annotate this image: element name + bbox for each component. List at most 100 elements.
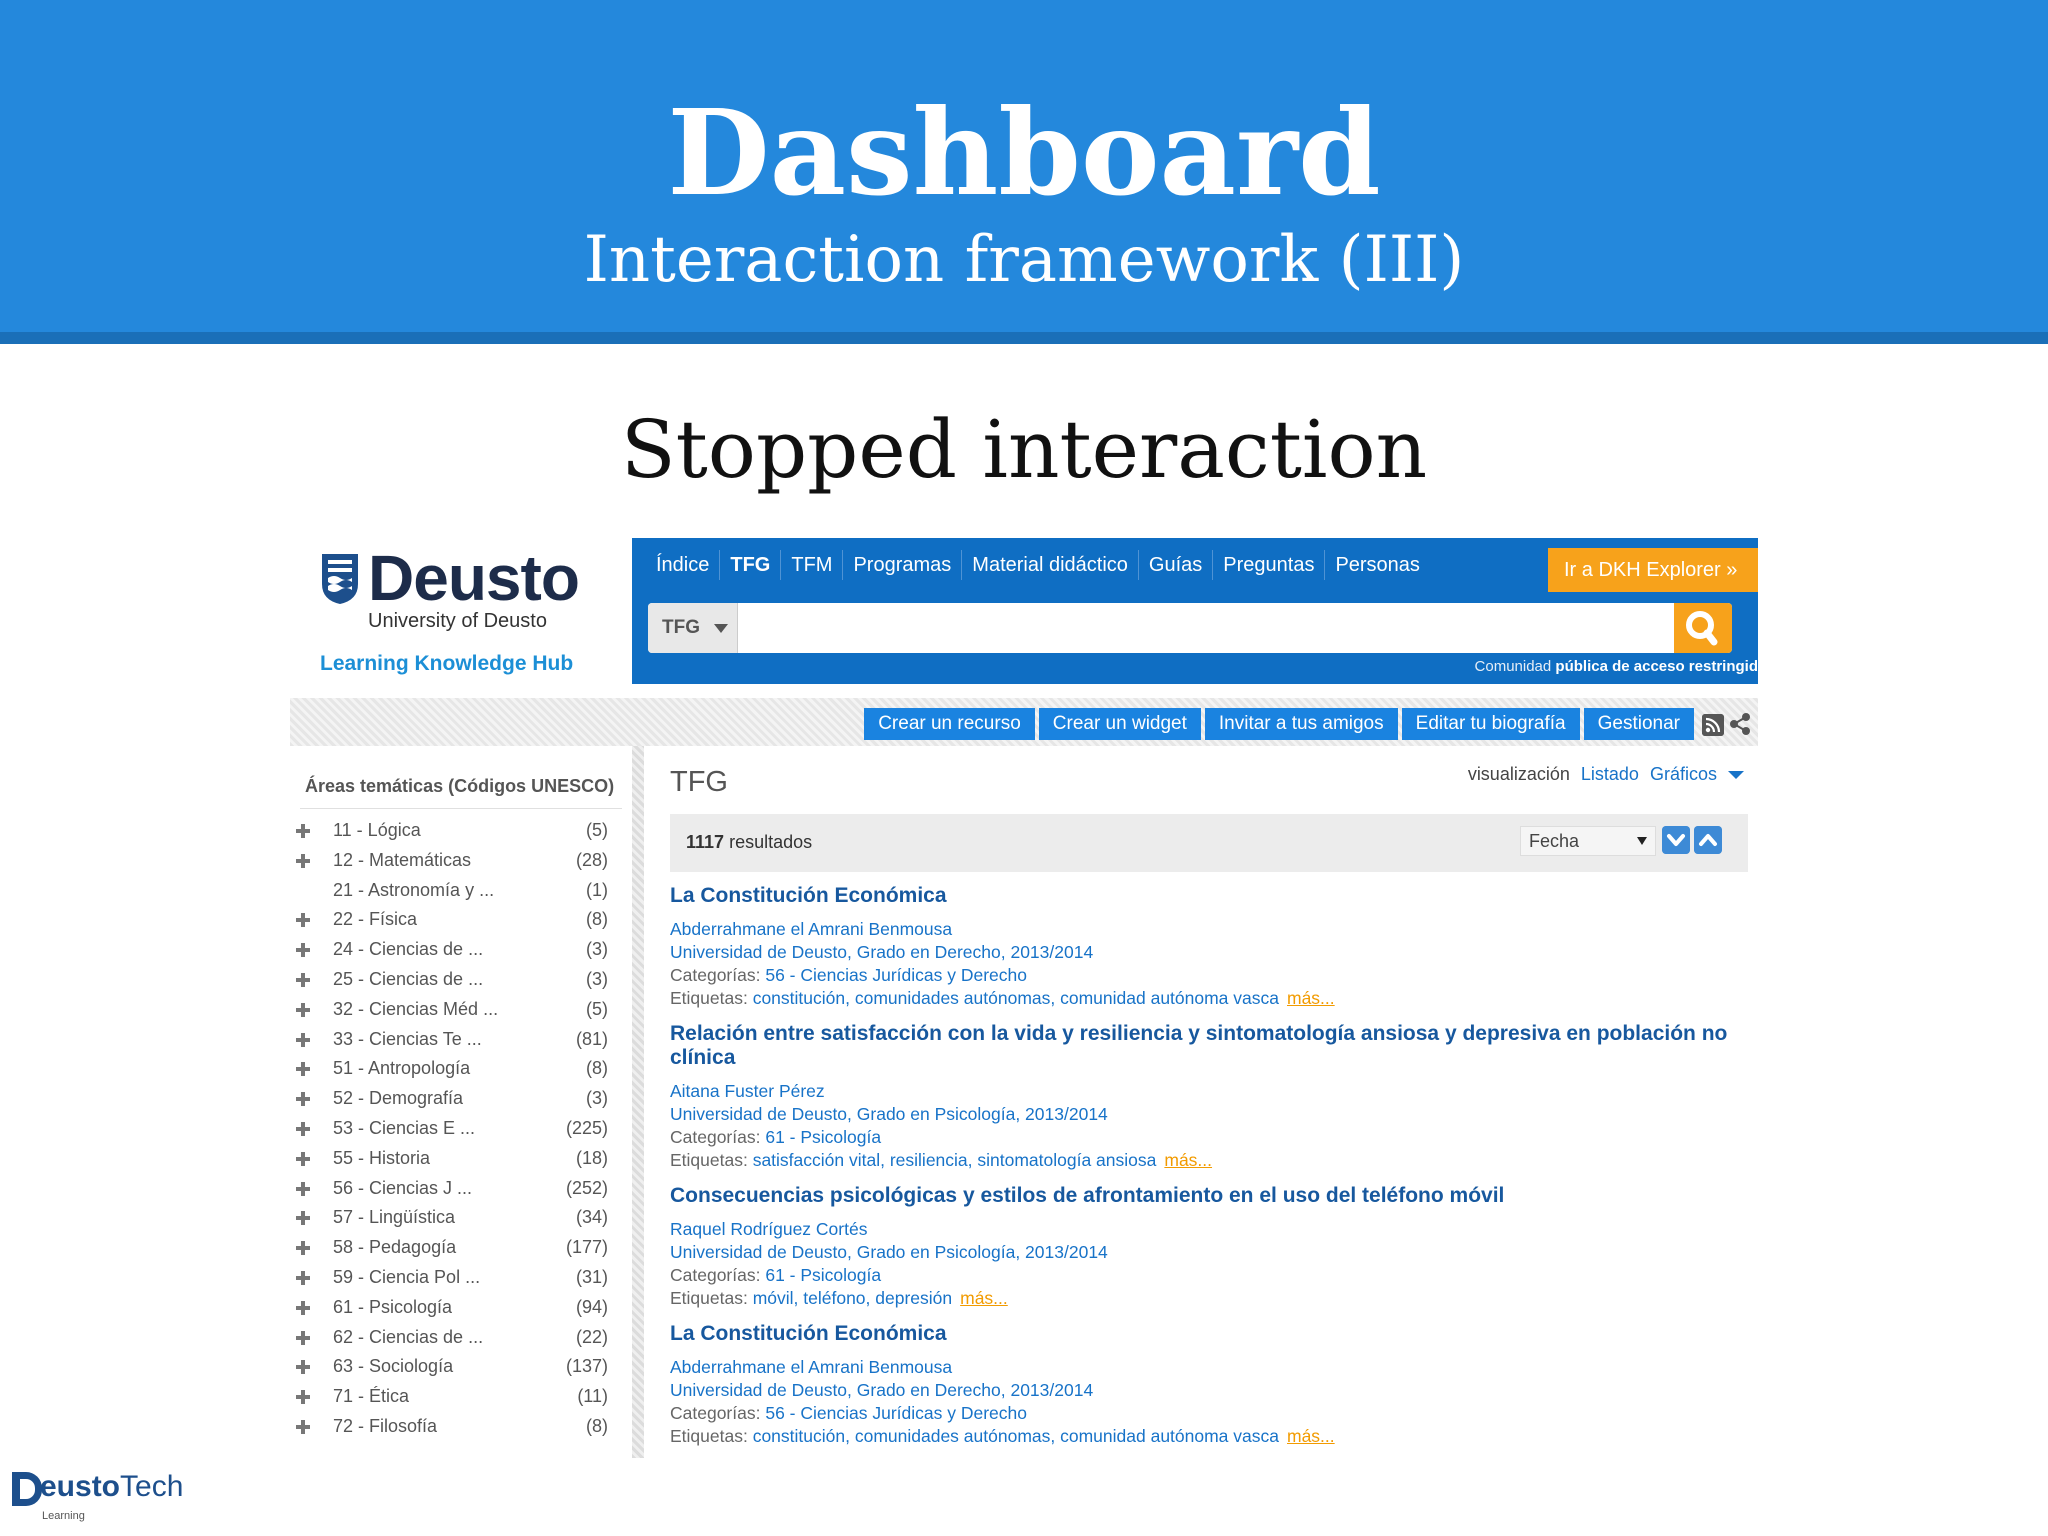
manage-button[interactable]: Gestionar xyxy=(1583,708,1694,740)
nav-item-tfg[interactable]: TFG xyxy=(720,550,782,580)
plus-icon[interactable] xyxy=(296,1419,310,1434)
result-author-link[interactable]: Abderrahmane el Amrani Benmousa xyxy=(670,918,1748,941)
result-institution-link[interactable]: Universidad de Deusto, Grado en Psicolog… xyxy=(670,1241,1748,1264)
area-label[interactable]: 12 - Matemáticas xyxy=(333,850,471,871)
sidebar-area-item[interactable]: 55 - Historia (18) xyxy=(290,1148,632,1178)
area-label[interactable]: 58 - Pedagogía xyxy=(333,1237,456,1258)
sidebar-area-item[interactable]: 52 - Demografía (3) xyxy=(290,1088,632,1118)
area-label[interactable]: 57 - Lingüística xyxy=(333,1207,455,1228)
result-title-link[interactable]: Consecuencias psicológicas y estilos de … xyxy=(670,1184,1748,1208)
area-label[interactable]: 61 - Psicología xyxy=(333,1297,452,1318)
nav-item-indice[interactable]: Índice xyxy=(646,550,721,580)
sidebar-area-item[interactable]: 57 - Lingüística (34) xyxy=(290,1207,632,1237)
plus-icon[interactable] xyxy=(296,1211,310,1226)
nav-item-personas[interactable]: Personas xyxy=(1325,550,1430,580)
sidebar-area-item[interactable]: 63 - Sociología (137) xyxy=(290,1356,632,1386)
plus-icon[interactable] xyxy=(296,1181,310,1196)
sidebar-scrollbar[interactable] xyxy=(632,746,644,1458)
sidebar-area-item[interactable]: 24 - Ciencias de ... (3) xyxy=(290,939,632,969)
logo-block[interactable]: Deusto University of Deusto Learning Kno… xyxy=(290,538,632,698)
plus-icon[interactable] xyxy=(296,1092,310,1107)
plus-icon[interactable] xyxy=(296,1062,310,1077)
area-label[interactable]: 51 - Antropología xyxy=(333,1058,470,1079)
area-label[interactable]: 62 - Ciencias de ... xyxy=(333,1327,483,1348)
sidebar-area-item[interactable]: 32 - Ciencias Méd ... (5) xyxy=(290,999,632,1029)
create-widget-button[interactable]: Crear un widget xyxy=(1038,708,1201,740)
plus-icon[interactable] xyxy=(296,1002,310,1017)
sidebar-area-item[interactable]: 56 - Ciencias J ... (252) xyxy=(290,1178,632,1208)
tags-links[interactable]: constitución, comunidades autónomas, com… xyxy=(753,1426,1279,1446)
plus-icon[interactable] xyxy=(296,943,310,958)
sidebar-area-item[interactable]: 72 - Filosofía (8) xyxy=(290,1416,632,1446)
area-label[interactable]: 52 - Demografía xyxy=(333,1088,463,1109)
result-author-link[interactable]: Raquel Rodríguez Cortés xyxy=(670,1218,1748,1241)
create-resource-button[interactable]: Crear un recurso xyxy=(864,708,1035,740)
area-label[interactable]: 32 - Ciencias Méd ... xyxy=(333,999,498,1020)
sort-select[interactable]: Fecha xyxy=(1520,826,1656,856)
more-link[interactable]: más... xyxy=(1164,1150,1212,1170)
result-author-link[interactable]: Aitana Fuster Pérez xyxy=(670,1080,1748,1103)
area-label[interactable]: 21 - Astronomía y ... xyxy=(333,880,494,901)
sidebar-area-item[interactable]: 22 - Física (8) xyxy=(290,909,632,939)
area-label[interactable]: 63 - Sociología xyxy=(333,1356,453,1377)
sidebar-area-item[interactable]: 11 - Lógica (5) xyxy=(290,820,632,850)
plus-icon[interactable] xyxy=(296,913,310,928)
area-label[interactable]: 72 - Filosofía xyxy=(333,1416,437,1437)
plus-icon[interactable] xyxy=(296,1151,310,1166)
plus-icon[interactable] xyxy=(296,1032,310,1047)
nav-item-material-didactico[interactable]: Material didáctico xyxy=(962,550,1139,580)
plus-icon[interactable] xyxy=(296,1241,310,1256)
sidebar-area-item[interactable]: 25 - Ciencias de ... (3) xyxy=(290,969,632,999)
plus-icon[interactable] xyxy=(296,1360,310,1375)
plus-icon[interactable] xyxy=(296,1270,310,1285)
plus-icon[interactable] xyxy=(296,824,310,838)
sidebar-area-item[interactable]: 33 - Ciencias Te ... (81) xyxy=(290,1029,632,1059)
area-label[interactable]: 22 - Física xyxy=(333,909,417,930)
area-label[interactable]: 71 - Ética xyxy=(333,1386,409,1407)
sidebar-area-item[interactable]: 51 - Antropología (8) xyxy=(290,1058,632,1088)
sidebar-area-item[interactable]: 62 - Ciencias de ... (22) xyxy=(290,1327,632,1357)
sidebar-area-item[interactable]: 12 - Matemáticas (28) xyxy=(290,850,632,880)
tags-links[interactable]: satisfacción vital, resiliencia, sintoma… xyxy=(753,1150,1157,1170)
sidebar-area-item[interactable]: 61 - Psicología (94) xyxy=(290,1297,632,1327)
invite-friends-button[interactable]: Invitar a tus amigos xyxy=(1204,708,1398,740)
nav-item-programas[interactable]: Programas xyxy=(843,550,963,580)
more-link[interactable]: más... xyxy=(960,1288,1008,1308)
area-label[interactable]: 56 - Ciencias J ... xyxy=(333,1178,472,1199)
area-label[interactable]: 25 - Ciencias de ... xyxy=(333,969,483,990)
plus-icon[interactable] xyxy=(296,1330,310,1345)
area-label[interactable]: 24 - Ciencias de ... xyxy=(333,939,483,960)
category-link[interactable]: 56 - Ciencias Jurídicas y Derecho xyxy=(765,1403,1027,1423)
result-title-link[interactable]: La Constitución Económica xyxy=(670,1322,1748,1346)
more-link[interactable]: más... xyxy=(1287,988,1335,1008)
nav-item-preguntas[interactable]: Preguntas xyxy=(1213,550,1326,580)
area-label[interactable]: 59 - Ciencia Pol ... xyxy=(333,1267,480,1288)
sidebar-area-item[interactable]: 59 - Ciencia Pol ... (31) xyxy=(290,1267,632,1297)
more-link[interactable]: más... xyxy=(1287,1426,1335,1446)
result-institution-link[interactable]: Universidad de Deusto, Grado en Derecho,… xyxy=(670,1379,1748,1402)
sidebar-area-item[interactable]: 21 - Astronomía y ... (1) xyxy=(290,880,632,910)
sort-ascending-button[interactable] xyxy=(1694,826,1722,854)
search-scope-select[interactable]: TFG xyxy=(648,603,738,653)
nav-item-tfm[interactable]: TFM xyxy=(781,550,844,580)
result-institution-link[interactable]: Universidad de Deusto, Grado en Psicolog… xyxy=(670,1103,1748,1126)
plus-icon[interactable] xyxy=(296,853,310,868)
area-label[interactable]: 55 - Historia xyxy=(333,1148,430,1169)
category-link[interactable]: 61 - Psicología xyxy=(765,1265,881,1285)
result-title-link[interactable]: La Constitución Económica xyxy=(670,884,1748,908)
category-link[interactable]: 61 - Psicología xyxy=(765,1127,881,1147)
area-label[interactable]: 33 - Ciencias Te ... xyxy=(333,1029,482,1050)
dkh-explorer-button[interactable]: Ir a DKH Explorer » xyxy=(1548,548,1758,592)
sidebar-area-item[interactable]: 53 - Ciencias E ... (225) xyxy=(290,1118,632,1148)
search-button[interactable] xyxy=(1674,603,1732,653)
share-icon[interactable] xyxy=(1728,712,1752,736)
sort-descending-button[interactable] xyxy=(1662,826,1690,854)
search-input[interactable] xyxy=(740,603,1672,653)
plus-icon[interactable] xyxy=(296,972,310,987)
result-author-link[interactable]: Abderrahmane el Amrani Benmousa xyxy=(670,1356,1748,1379)
chevron-down-icon[interactable] xyxy=(1728,771,1744,780)
plus-icon[interactable] xyxy=(296,1390,310,1405)
tags-links[interactable]: constitución, comunidades autónomas, com… xyxy=(753,988,1279,1008)
view-charts-link[interactable]: Gráficos xyxy=(1650,764,1717,784)
sidebar-area-item[interactable]: 71 - Ética (11) xyxy=(290,1386,632,1416)
